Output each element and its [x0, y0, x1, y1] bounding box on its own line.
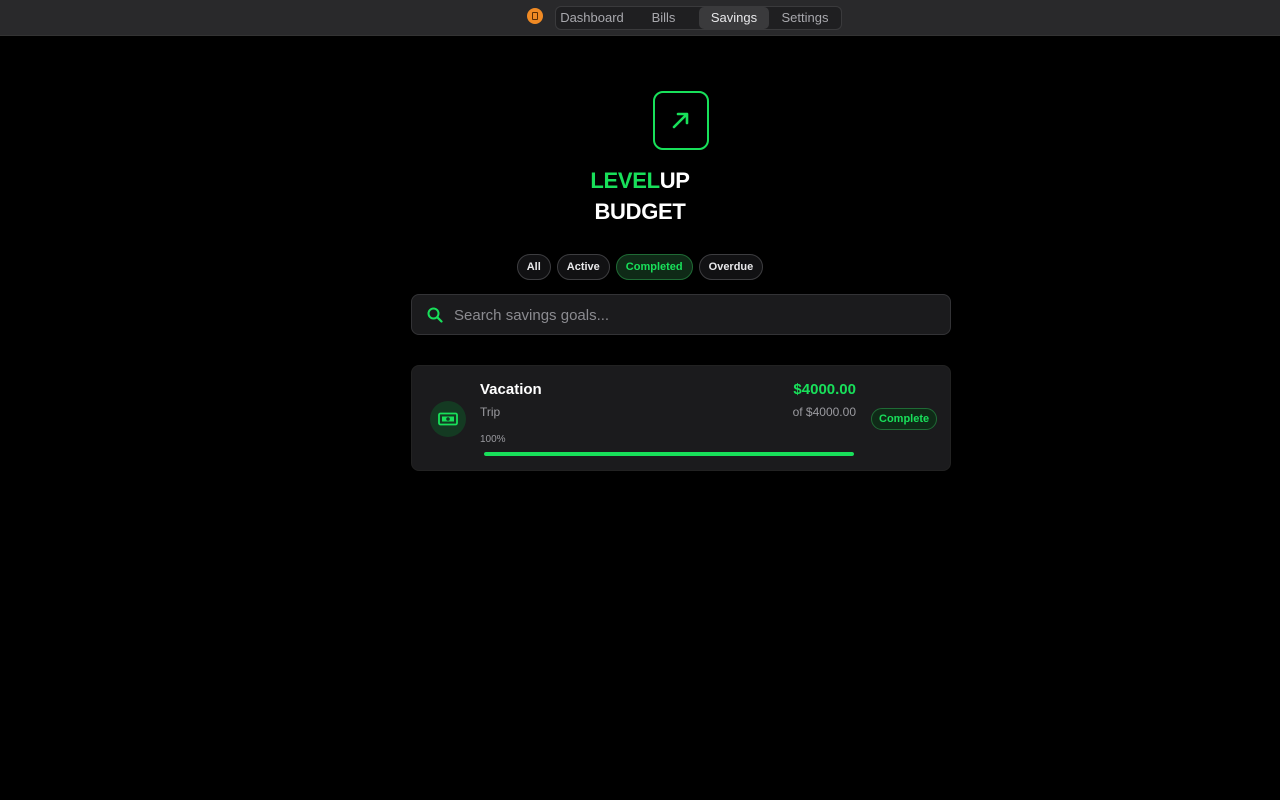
- filter-active[interactable]: Active: [556, 254, 610, 280]
- brand-title-line2: BUDGET: [594, 199, 686, 224]
- search-bar: [411, 294, 951, 335]
- top-navigation-bar: Dashboard Bills Savings Settings: [0, 0, 1280, 36]
- filter-overdue[interactable]: Overdue: [698, 254, 764, 280]
- goal-progress-bar: [484, 452, 854, 456]
- goal-percent-label: 100%: [480, 434, 506, 445]
- status-filters: All Active Completed Overdue: [0, 254, 1280, 280]
- brand-logo: [653, 91, 709, 150]
- filter-all[interactable]: All: [516, 254, 551, 280]
- money-bill-icon: [438, 412, 458, 426]
- goal-saved-amount: $4000.00: [793, 381, 856, 398]
- goal-target-amount: of $4000.00: [792, 405, 856, 419]
- nav-tabs: Dashboard Bills Savings Settings: [555, 6, 842, 30]
- arrow-up-right-icon: [672, 112, 689, 129]
- goal-category: Trip: [480, 405, 501, 419]
- savings-goal-card[interactable]: Vacation Trip $4000.00 of $4000.00 100% …: [411, 365, 951, 471]
- tab-savings[interactable]: Savings: [699, 7, 769, 29]
- goal-progress-fill: [484, 452, 854, 456]
- search-input[interactable]: [454, 303, 934, 327]
- tab-dashboard[interactable]: Dashboard: [556, 7, 628, 29]
- status-badge: Complete: [871, 408, 938, 430]
- tab-bills[interactable]: Bills: [628, 7, 699, 29]
- goal-icon-badge: [430, 401, 466, 437]
- search-icon: [427, 307, 443, 323]
- brand-title-rest: UP: [659, 168, 690, 193]
- tab-settings[interactable]: Settings: [769, 7, 841, 29]
- brand-title-line1: LEVELUP: [0, 168, 1280, 194]
- trash-can-icon[interactable]: [527, 8, 543, 24]
- brand-title-accent: LEVEL: [590, 168, 660, 193]
- filter-completed[interactable]: Completed: [615, 254, 693, 280]
- goal-name: Vacation: [480, 381, 542, 398]
